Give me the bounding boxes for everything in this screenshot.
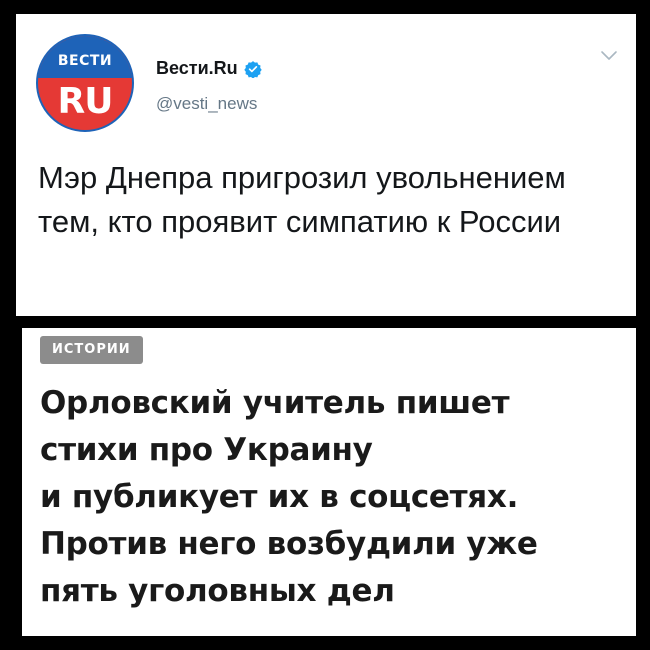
headline-line: Орловский учитель пишет: [40, 385, 510, 421]
headline-line: Против него возбудили уже: [40, 526, 538, 562]
account-name[interactable]: Вести.Ru: [156, 58, 238, 79]
chevron-down-icon[interactable]: [600, 50, 618, 62]
avatar-top-text: ВЕСТИ: [38, 36, 132, 78]
account-name-row[interactable]: Вести.Ru: [156, 58, 262, 79]
story-card[interactable]: ИСТОРИИ Орловский учитель пишет стихи пр…: [22, 328, 636, 636]
verified-badge-icon: [243, 60, 262, 78]
headline-line: пять уголовных дел: [40, 573, 395, 609]
avatar-bottom-text: RU: [57, 81, 114, 122]
tweet-card: ВЕСТИ RU Вести.Ru @vesti_news Мэр Днепра…: [16, 14, 636, 316]
tweet-text: Мэр Днепра пригрозил увольнением тем, кт…: [38, 160, 566, 239]
story-headline[interactable]: Орловский учитель пишет стихи про Украин…: [40, 380, 620, 615]
account-handle[interactable]: @vesti_news: [156, 94, 257, 114]
headline-line: и публикует их в соцсетях.: [40, 479, 519, 515]
headline-line: стихи про Украину: [40, 432, 373, 468]
story-category-badge[interactable]: ИСТОРИИ: [40, 336, 143, 364]
avatar[interactable]: ВЕСТИ RU: [36, 34, 134, 132]
